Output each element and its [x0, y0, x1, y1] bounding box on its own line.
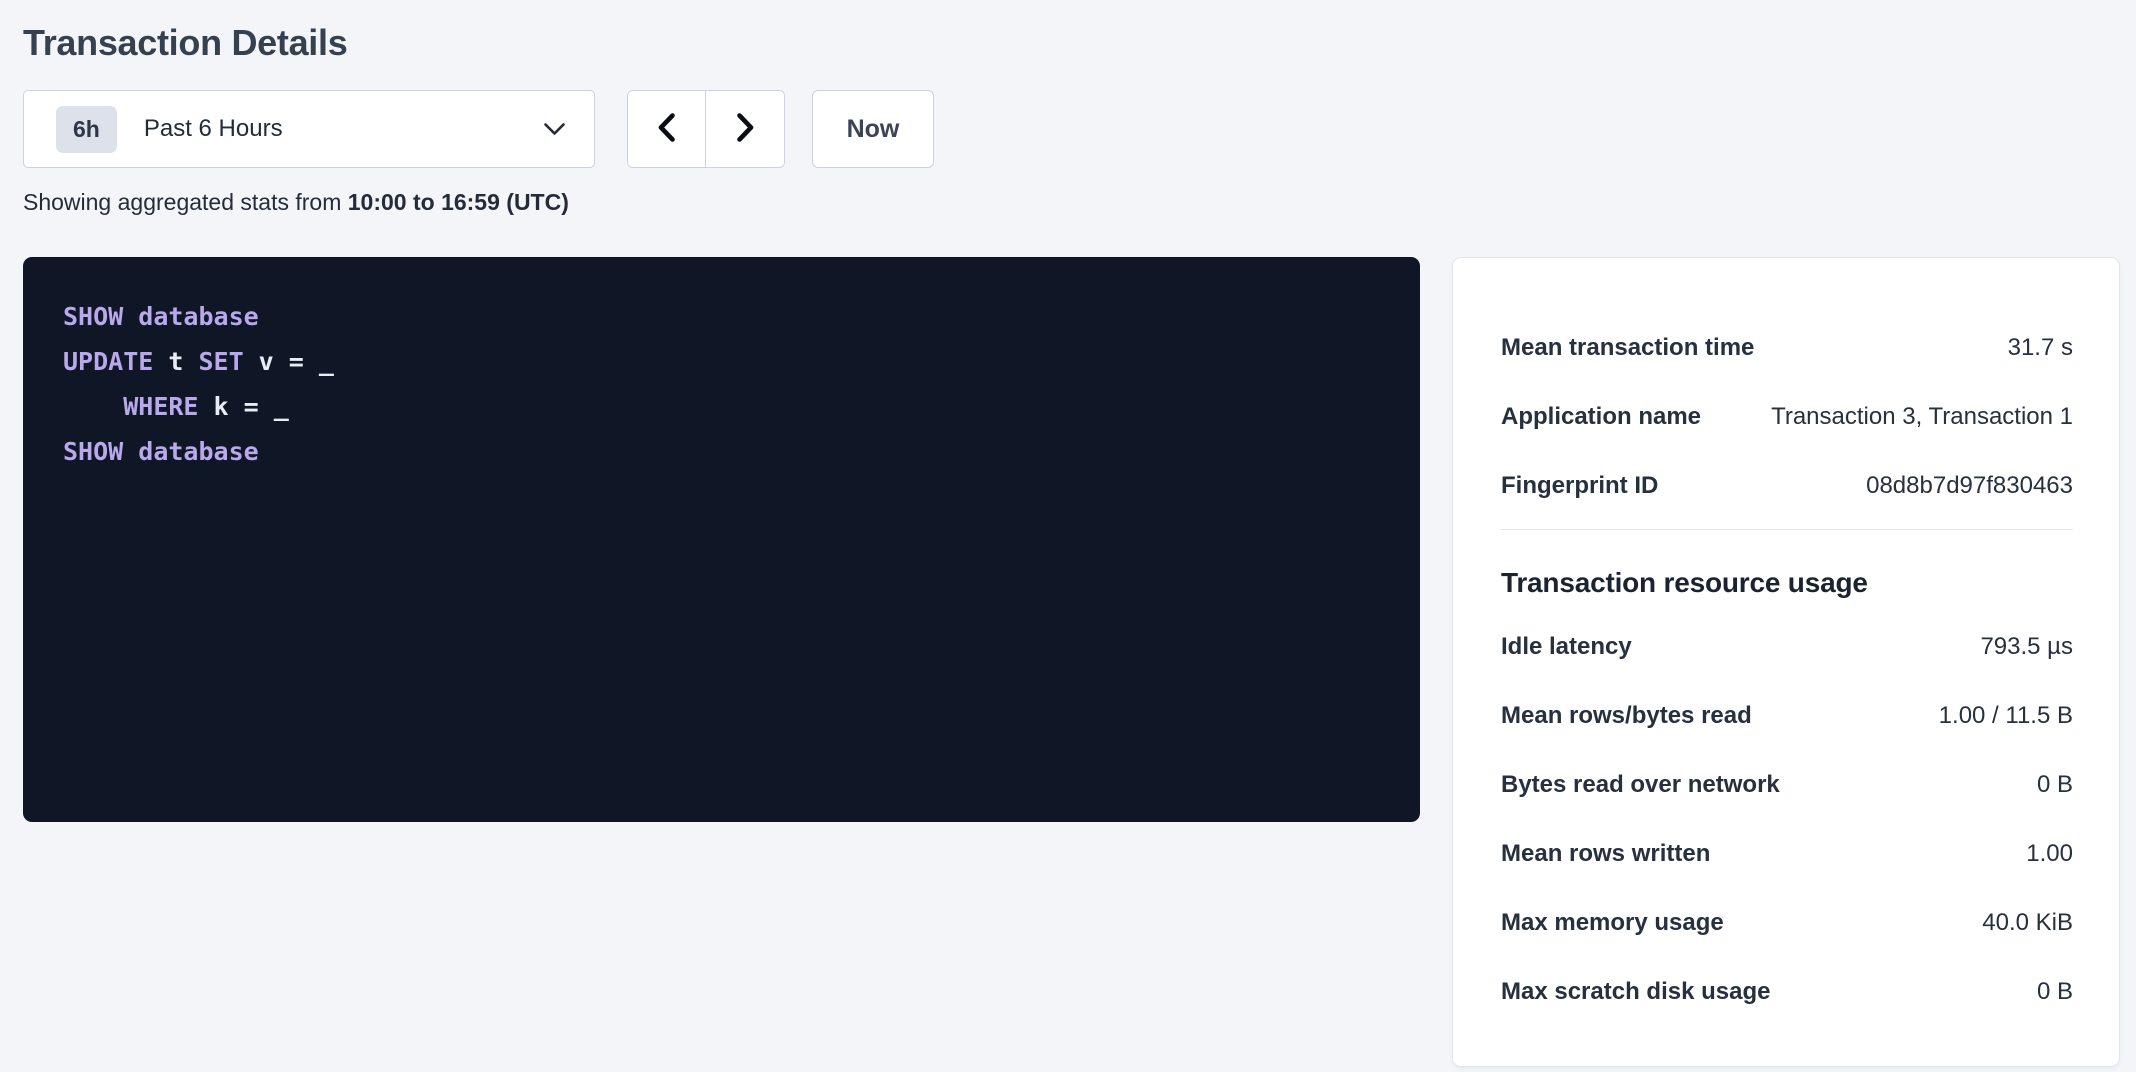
sql-code-line: SHOW database: [63, 429, 1390, 474]
stat-row: Mean rows written 1.00: [1501, 819, 2073, 888]
transaction-details-card: Mean transaction time 31.7 s Application n…: [1452, 257, 2120, 1067]
stat-row: Max memory usage 40.0 KiB: [1501, 888, 2073, 957]
sql-statement-box: SHOW databaseUPDATE t SET v = _ WHERE k …: [23, 257, 1420, 822]
stat-row: Mean transaction time 31.7 s: [1501, 313, 2073, 382]
time-controls: 6h Past 6 Hours Now: [23, 90, 2120, 168]
stat-value: 08d8b7d97f830463: [1866, 472, 2073, 500]
stat-row: Max scratch disk usage 0 B: [1501, 957, 2073, 1026]
stat-row: Fingerprint ID 08d8b7d97f830463: [1501, 451, 2073, 520]
sql-code-line: WHERE k = _: [63, 384, 1390, 429]
time-range-label: Past 6 Hours: [144, 115, 283, 143]
stat-label: Idle latency: [1501, 633, 1652, 661]
stat-value: 31.7 s: [2008, 334, 2073, 362]
chevron-left-icon: [653, 110, 680, 148]
stat-value: 0 B: [2037, 771, 2073, 799]
now-button[interactable]: Now: [812, 90, 934, 168]
chevron-down-icon: [543, 122, 566, 137]
main-content: SHOW databaseUPDATE t SET v = _ WHERE k …: [23, 257, 2120, 1067]
previous-range-button[interactable]: [628, 91, 706, 167]
chevron-right-icon: [732, 110, 759, 148]
stat-label: Mean transaction time: [1501, 334, 1774, 362]
stat-value: 793.5 µs: [1980, 633, 2073, 661]
stat-label: Fingerprint ID: [1501, 472, 1678, 500]
subtitle-prefix: Showing aggregated stats from: [23, 189, 348, 215]
transaction-details-page: Transaction Details 6h Past 6 Hours Now: [0, 0, 2136, 1067]
stat-value: 1.00 / 11.5 B: [1939, 702, 2073, 730]
stat-value: 0 B: [2037, 978, 2073, 1006]
stat-row: Mean rows/bytes read 1.00 / 11.5 B: [1501, 681, 2073, 750]
stat-value: 40.0 KiB: [1982, 909, 2073, 937]
subtitle-time-range: 10:00 to 16:59 (UTC): [348, 189, 569, 215]
resource-usage-heading: Transaction resource usage: [1501, 567, 2073, 599]
page-title: Transaction Details: [23, 22, 2120, 64]
time-range-badge: 6h: [56, 106, 117, 153]
stat-value: Transaction 3, Transaction 1: [1771, 403, 2073, 431]
stat-row: Application name Transaction 3, Transacti…: [1501, 382, 2073, 451]
time-range-picker[interactable]: 6h Past 6 Hours: [23, 90, 595, 168]
aggregated-stats-subtitle: Showing aggregated stats from 10:00 to 1…: [23, 189, 2120, 216]
card-divider: [1501, 529, 2073, 530]
next-range-button[interactable]: [706, 91, 784, 167]
sql-code-line: SHOW database: [63, 294, 1390, 339]
stat-row: Bytes read over network 0 B: [1501, 750, 2073, 819]
stat-label: Max scratch disk usage: [1501, 978, 1790, 1006]
stat-label: Mean rows/bytes read: [1501, 702, 1772, 730]
stat-label: Bytes read over network: [1501, 771, 1800, 799]
time-range-arrows: [627, 90, 785, 168]
stat-label: Mean rows written: [1501, 840, 1730, 868]
sql-code-line: UPDATE t SET v = _: [63, 339, 1390, 384]
stat-row: Idle latency 793.5 µs: [1501, 612, 2073, 681]
stat-value: 1.00: [2026, 840, 2073, 868]
summary-stats: Mean transaction time 31.7 s Application n…: [1501, 313, 2073, 520]
stat-label: Max memory usage: [1501, 909, 1744, 937]
stat-label: Application name: [1501, 403, 1721, 431]
resource-usage-stats: Idle latency 793.5 µs Mean rows/bytes read…: [1501, 612, 2073, 1026]
